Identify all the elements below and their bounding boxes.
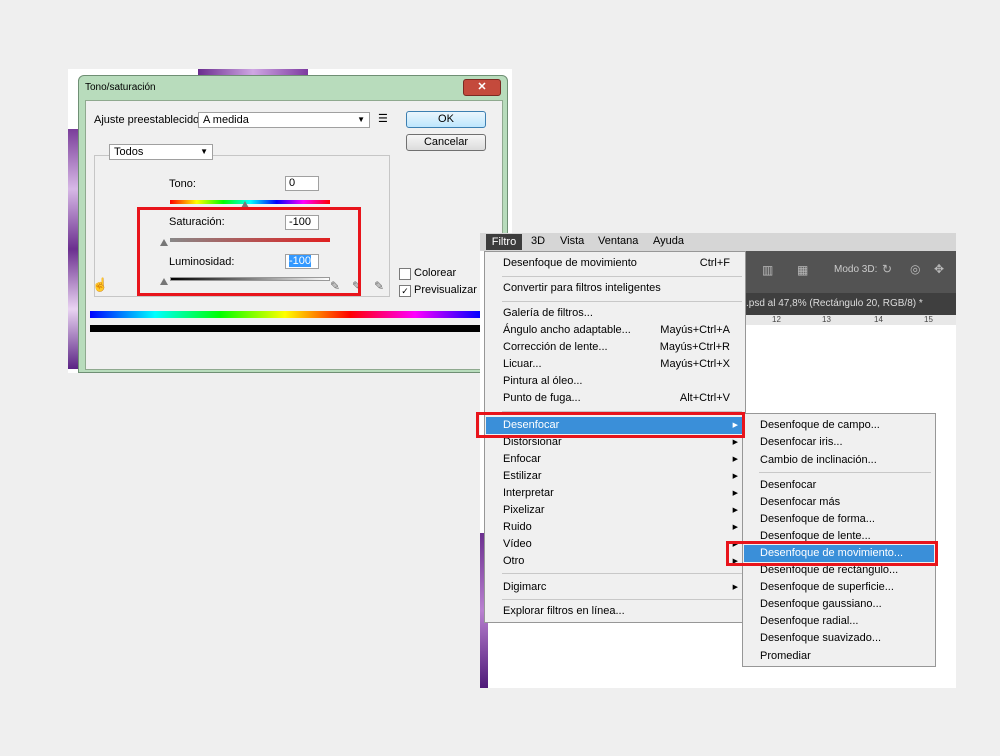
- eyedropper-minus-icon[interactable]: ✎: [374, 279, 384, 293]
- menu-filtro[interactable]: Filtro: [486, 234, 522, 250]
- menu-item-filter-gallery[interactable]: Galería de filtros...: [486, 305, 744, 322]
- roll-3d-icon[interactable]: ◎: [910, 262, 920, 276]
- menu-item-lens-correction[interactable]: Corrección de lente... Mayús+Ctrl+R: [486, 339, 744, 356]
- options-toolbar: ▥ ▦ Modo 3D: ↻ ◎ ✥: [742, 251, 956, 293]
- annotation-box-motion-blur-item: [726, 541, 938, 566]
- colorize-checkbox[interactable]: [399, 268, 411, 280]
- mode-3d-label: Modo 3D:: [834, 264, 878, 275]
- menu-item-stylize[interactable]: Estilizar ▶: [486, 468, 744, 485]
- close-button[interactable]: ✕: [463, 79, 501, 96]
- hue-slider-track[interactable]: [170, 200, 330, 204]
- submenu-item-surface-blur[interactable]: Desenfoque de superficie...: [744, 579, 934, 596]
- menu-ayuda[interactable]: Ayuda: [653, 235, 684, 247]
- hue-label: Tono:: [169, 178, 196, 190]
- preview-checkbox[interactable]: ✓: [399, 285, 411, 297]
- photoshop-screenshot: Filtro 3D Vista Ventana Ayuda ▥ ▦ Modo 3…: [480, 233, 956, 688]
- channel-value: Todos: [114, 146, 144, 158]
- submenu-arrow-icon: ▶: [732, 456, 738, 463]
- pan-3d-icon[interactable]: ✥: [934, 262, 944, 276]
- submenu-item-shape-blur[interactable]: Desenfoque de forma...: [744, 511, 934, 528]
- submenu-item-iris-blur[interactable]: Desenfocar iris...: [744, 434, 934, 451]
- menu-item-render[interactable]: Interpretar ▶: [486, 485, 744, 502]
- submenu-item-gaussian-blur[interactable]: Desenfoque gaussiano...: [744, 596, 934, 613]
- align-icon[interactable]: ▥: [762, 263, 773, 277]
- menu-item-browse-filters-online[interactable]: Explorar filtros en línea...: [486, 603, 744, 620]
- menu-item-noise[interactable]: Ruido ▶: [486, 519, 744, 536]
- preset-label: Ajuste preestablecido:: [94, 114, 203, 126]
- menu-item-liquify[interactable]: Licuar... Mayús+Ctrl+X: [486, 356, 744, 373]
- dialog-title: Tono/saturación: [85, 82, 156, 93]
- submenu-item-tilt-shift[interactable]: Cambio de inclinación...: [744, 452, 934, 469]
- menu-item-oil-paint[interactable]: Pintura al óleo...: [486, 373, 744, 390]
- chevron-down-icon: ▼: [200, 147, 208, 156]
- submenu-arrow-icon: ▶: [732, 524, 738, 531]
- menu-item-video[interactable]: Vídeo ▶: [486, 536, 744, 553]
- distribute-icon[interactable]: ▦: [797, 263, 808, 277]
- blur-submenu: Desenfoque de campo... Desenfocar iris..…: [742, 413, 936, 667]
- submenu-arrow-icon: ▶: [732, 473, 738, 480]
- ruler: 12 13 14 15: [742, 315, 956, 325]
- menu-vista[interactable]: Vista: [560, 235, 584, 247]
- submenu-item-blur[interactable]: Desenfocar: [744, 477, 934, 494]
- submenu-item-blur-more[interactable]: Desenfocar más: [744, 494, 934, 511]
- menu-item-adaptive-wide-angle[interactable]: Ángulo ancho adaptable... Mayús+Ctrl+A: [486, 322, 744, 339]
- colorize-label: Colorear: [414, 267, 457, 279]
- menu-item-pixelate[interactable]: Pixelizar ▶: [486, 502, 744, 519]
- submenu-item-radial-blur[interactable]: Desenfoque radial...: [744, 613, 934, 630]
- result-spectrum-bar: [90, 325, 480, 332]
- menu-3d[interactable]: 3D: [531, 235, 545, 247]
- cancel-button[interactable]: Cancelar: [406, 134, 486, 151]
- menu-bar: Filtro 3D Vista Ventana Ayuda: [480, 233, 956, 251]
- menu-item-smart-filters[interactable]: Convertir para filtros inteligentes: [486, 280, 744, 297]
- menu-item-sharpen[interactable]: Enfocar ▶: [486, 451, 744, 468]
- menu-item-vanishing-point[interactable]: Punto de fuga... Alt+Ctrl+V: [486, 390, 744, 407]
- menu-item-other[interactable]: Otro ▶: [486, 553, 744, 570]
- submenu-item-smart-blur[interactable]: Desenfoque suavizado...: [744, 630, 934, 647]
- rotate-3d-icon[interactable]: ↻: [882, 262, 892, 276]
- submenu-item-average[interactable]: Promediar: [744, 648, 934, 665]
- menu-ventana[interactable]: Ventana: [598, 235, 638, 247]
- document-tab[interactable]: .psd al 47,8% (Rectángulo 20, RGB/8) *: [742, 293, 956, 315]
- hue-input[interactable]: 0: [285, 176, 319, 191]
- preset-value: A medida: [203, 114, 249, 126]
- submenu-item-field-blur[interactable]: Desenfoque de campo...: [744, 417, 934, 434]
- preview-label: Previsualizar: [414, 284, 477, 296]
- menu-item-last-filter[interactable]: Desenfoque de movimiento Ctrl+F: [486, 255, 744, 272]
- hand-tool-icon[interactable]: ☝: [92, 277, 108, 293]
- submenu-arrow-icon: ▶: [732, 490, 738, 497]
- annotation-box-blur-item: [476, 412, 745, 438]
- channel-dropdown[interactable]: Todos ▼: [109, 144, 213, 160]
- menu-item-digimarc[interactable]: Digimarc ▶: [486, 579, 744, 596]
- annotation-box-saturation-lightness: [137, 207, 361, 296]
- submenu-arrow-icon: ▶: [732, 507, 738, 514]
- preset-dropdown[interactable]: A medida ▼: [198, 112, 370, 128]
- preset-options-icon[interactable]: ☰: [378, 112, 388, 125]
- ok-button[interactable]: OK: [406, 111, 486, 128]
- submenu-arrow-icon: ▶: [732, 584, 738, 591]
- chevron-down-icon: ▼: [357, 115, 365, 124]
- source-spectrum-bar: [90, 311, 480, 318]
